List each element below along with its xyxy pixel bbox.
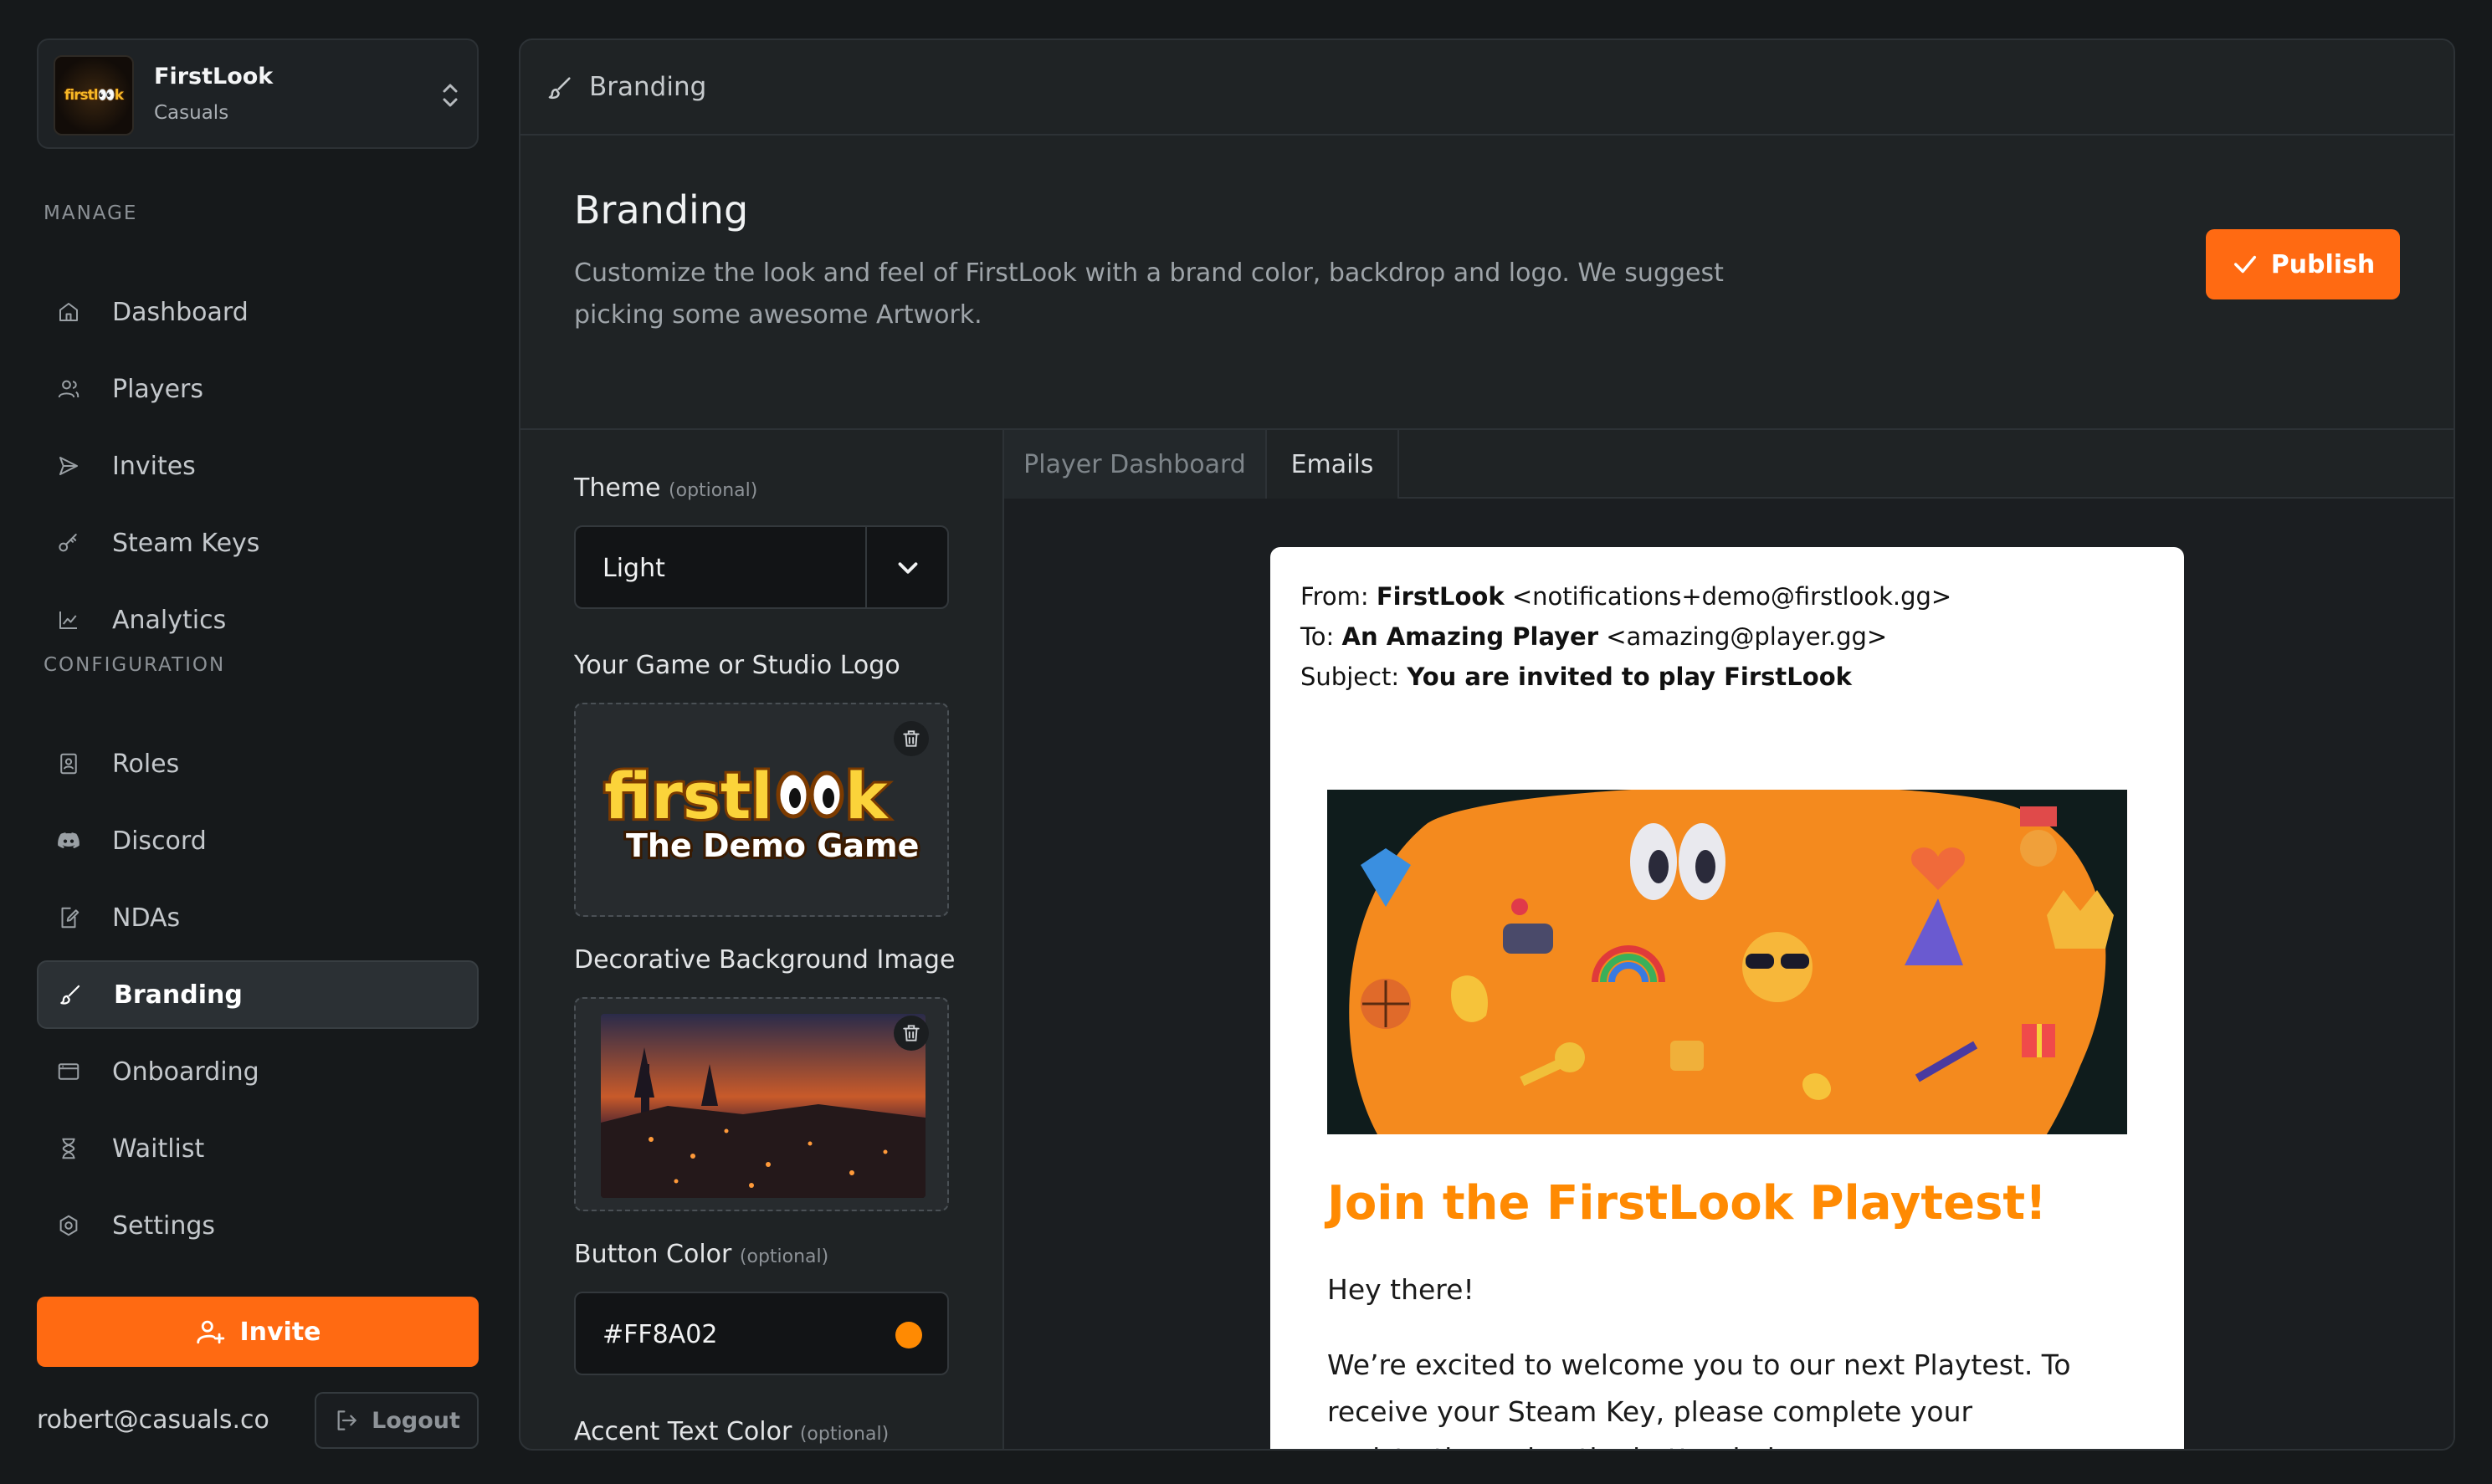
publish-button[interactable]: Publish [2206, 229, 2400, 299]
sidebar-item-analytics[interactable]: Analytics [37, 586, 479, 654]
logout-icon [337, 1410, 356, 1430]
send-icon [55, 453, 82, 479]
tab-emails[interactable]: Emails [1267, 430, 1399, 499]
tab-player-dashboard[interactable]: Player Dashboard [1004, 430, 1267, 499]
svg-text:The Demo Game: The Demo Game [626, 827, 919, 864]
button-color-input[interactable]: #FF8A02 [574, 1292, 949, 1375]
add-user-icon [197, 1320, 225, 1344]
discord-icon [55, 827, 82, 854]
window-icon [55, 1058, 82, 1085]
svg-text:firstl: firstl [604, 759, 772, 833]
sidebar-item-waitlist[interactable]: Waitlist [37, 1114, 479, 1183]
sidebar-item-onboarding[interactable]: Onboarding [37, 1037, 479, 1106]
svg-text:k: k [845, 759, 889, 833]
email-title: Join the FirstLook Playtest! [1327, 1176, 2047, 1231]
trash-icon [903, 730, 920, 747]
main-panel: Branding Branding Customize the look and… [519, 38, 2455, 1451]
theme-select[interactable]: Light [574, 525, 949, 609]
page-header: Branding Customize the look and feel of … [520, 136, 2454, 430]
email-body: We’re excited to welcome you to our next… [1327, 1348, 2071, 1449]
button-color-label: Button Color (optional) [574, 1240, 829, 1269]
logo-label: Your Game or Studio Logo [574, 651, 900, 680]
delete-background-button[interactable] [894, 1016, 929, 1051]
sidebar-item-dashboard[interactable]: Dashboard [37, 278, 479, 346]
branding-form: Theme (optional) Light Your Game or Stud… [520, 430, 1004, 1449]
document-edit-icon [55, 904, 82, 931]
check-icon [2233, 255, 2256, 274]
delete-logo-button[interactable] [894, 721, 929, 756]
sidebar-item-discord[interactable]: Discord [37, 806, 479, 875]
page-description: Customize the look and feel of FirstLook… [574, 258, 1724, 330]
section-label-configuration: CONFIGURATION [44, 654, 226, 676]
color-swatch[interactable] [895, 1322, 922, 1348]
id-badge-icon [55, 750, 82, 777]
hourglass-icon [55, 1135, 82, 1162]
sidebar-item-steam-keys[interactable]: Steam Keys [37, 509, 479, 577]
org-name: FirstLook [154, 64, 274, 90]
user-email: robert@casuals.co [37, 1405, 269, 1435]
page-title: Branding [574, 187, 749, 233]
email-to: To: An Amazing Player <amazing@player.gg… [1300, 622, 1888, 651]
sidebar-item-invites[interactable]: Invites [37, 432, 479, 500]
chevron-down-icon [898, 562, 918, 574]
users-icon [55, 376, 82, 402]
email-from: From: FirstLook <notifications+demo@firs… [1300, 582, 1952, 611]
theme-label: Theme (optional) [574, 473, 758, 503]
chevron-up-down-icon [443, 84, 458, 107]
preview-panel: Player Dashboard Emails From: FirstLook … [1004, 430, 2454, 1449]
breadcrumb-title: Branding [589, 72, 707, 102]
background-image [601, 1014, 926, 1198]
sidebar-item-ndas[interactable]: NDAs [37, 883, 479, 952]
sidebar: firstl👀k FirstLook Casuals MANAGE Dashbo… [37, 38, 479, 1452]
email-greeting: Hey there! [1327, 1273, 1474, 1306]
key-icon [55, 530, 82, 556]
email-subject: Subject: You are invited to play FirstLo… [1300, 663, 1852, 691]
gear-icon [55, 1212, 82, 1239]
trash-icon [903, 1025, 920, 1041]
chart-icon [55, 606, 82, 633]
brush-icon [57, 981, 84, 1008]
accent-color-label: Accent Text Color (optional) [574, 1417, 890, 1446]
invite-button[interactable]: Invite [37, 1297, 479, 1367]
section-label-manage: MANAGE [44, 202, 138, 224]
brush-icon [548, 77, 571, 100]
preview-tabs: Player Dashboard Emails [1004, 430, 2454, 499]
background-dropzone[interactable] [574, 997, 949, 1211]
org-team: Casuals [154, 102, 229, 124]
email-banner-image [1327, 790, 2127, 1134]
breadcrumb: Branding [520, 40, 2454, 136]
org-switcher[interactable]: firstl👀k FirstLook Casuals [37, 38, 479, 149]
sidebar-item-settings[interactable]: Settings [37, 1191, 479, 1260]
sidebar-item-branding[interactable]: Branding [37, 960, 479, 1029]
home-icon [55, 299, 82, 325]
org-logo: firstl👀k [54, 55, 134, 136]
sidebar-item-roles[interactable]: Roles [37, 729, 479, 798]
logo-dropzone[interactable]: firstl k The Demo Game [574, 703, 949, 917]
logout-button[interactable]: Logout [315, 1392, 479, 1449]
sidebar-item-players[interactable]: Players [37, 355, 479, 423]
email-preview: From: FirstLook <notifications+demo@firs… [1270, 547, 2184, 1449]
game-logo-image: firstl k The Demo Game [602, 758, 921, 867]
background-label: Decorative Background Image [574, 945, 956, 975]
